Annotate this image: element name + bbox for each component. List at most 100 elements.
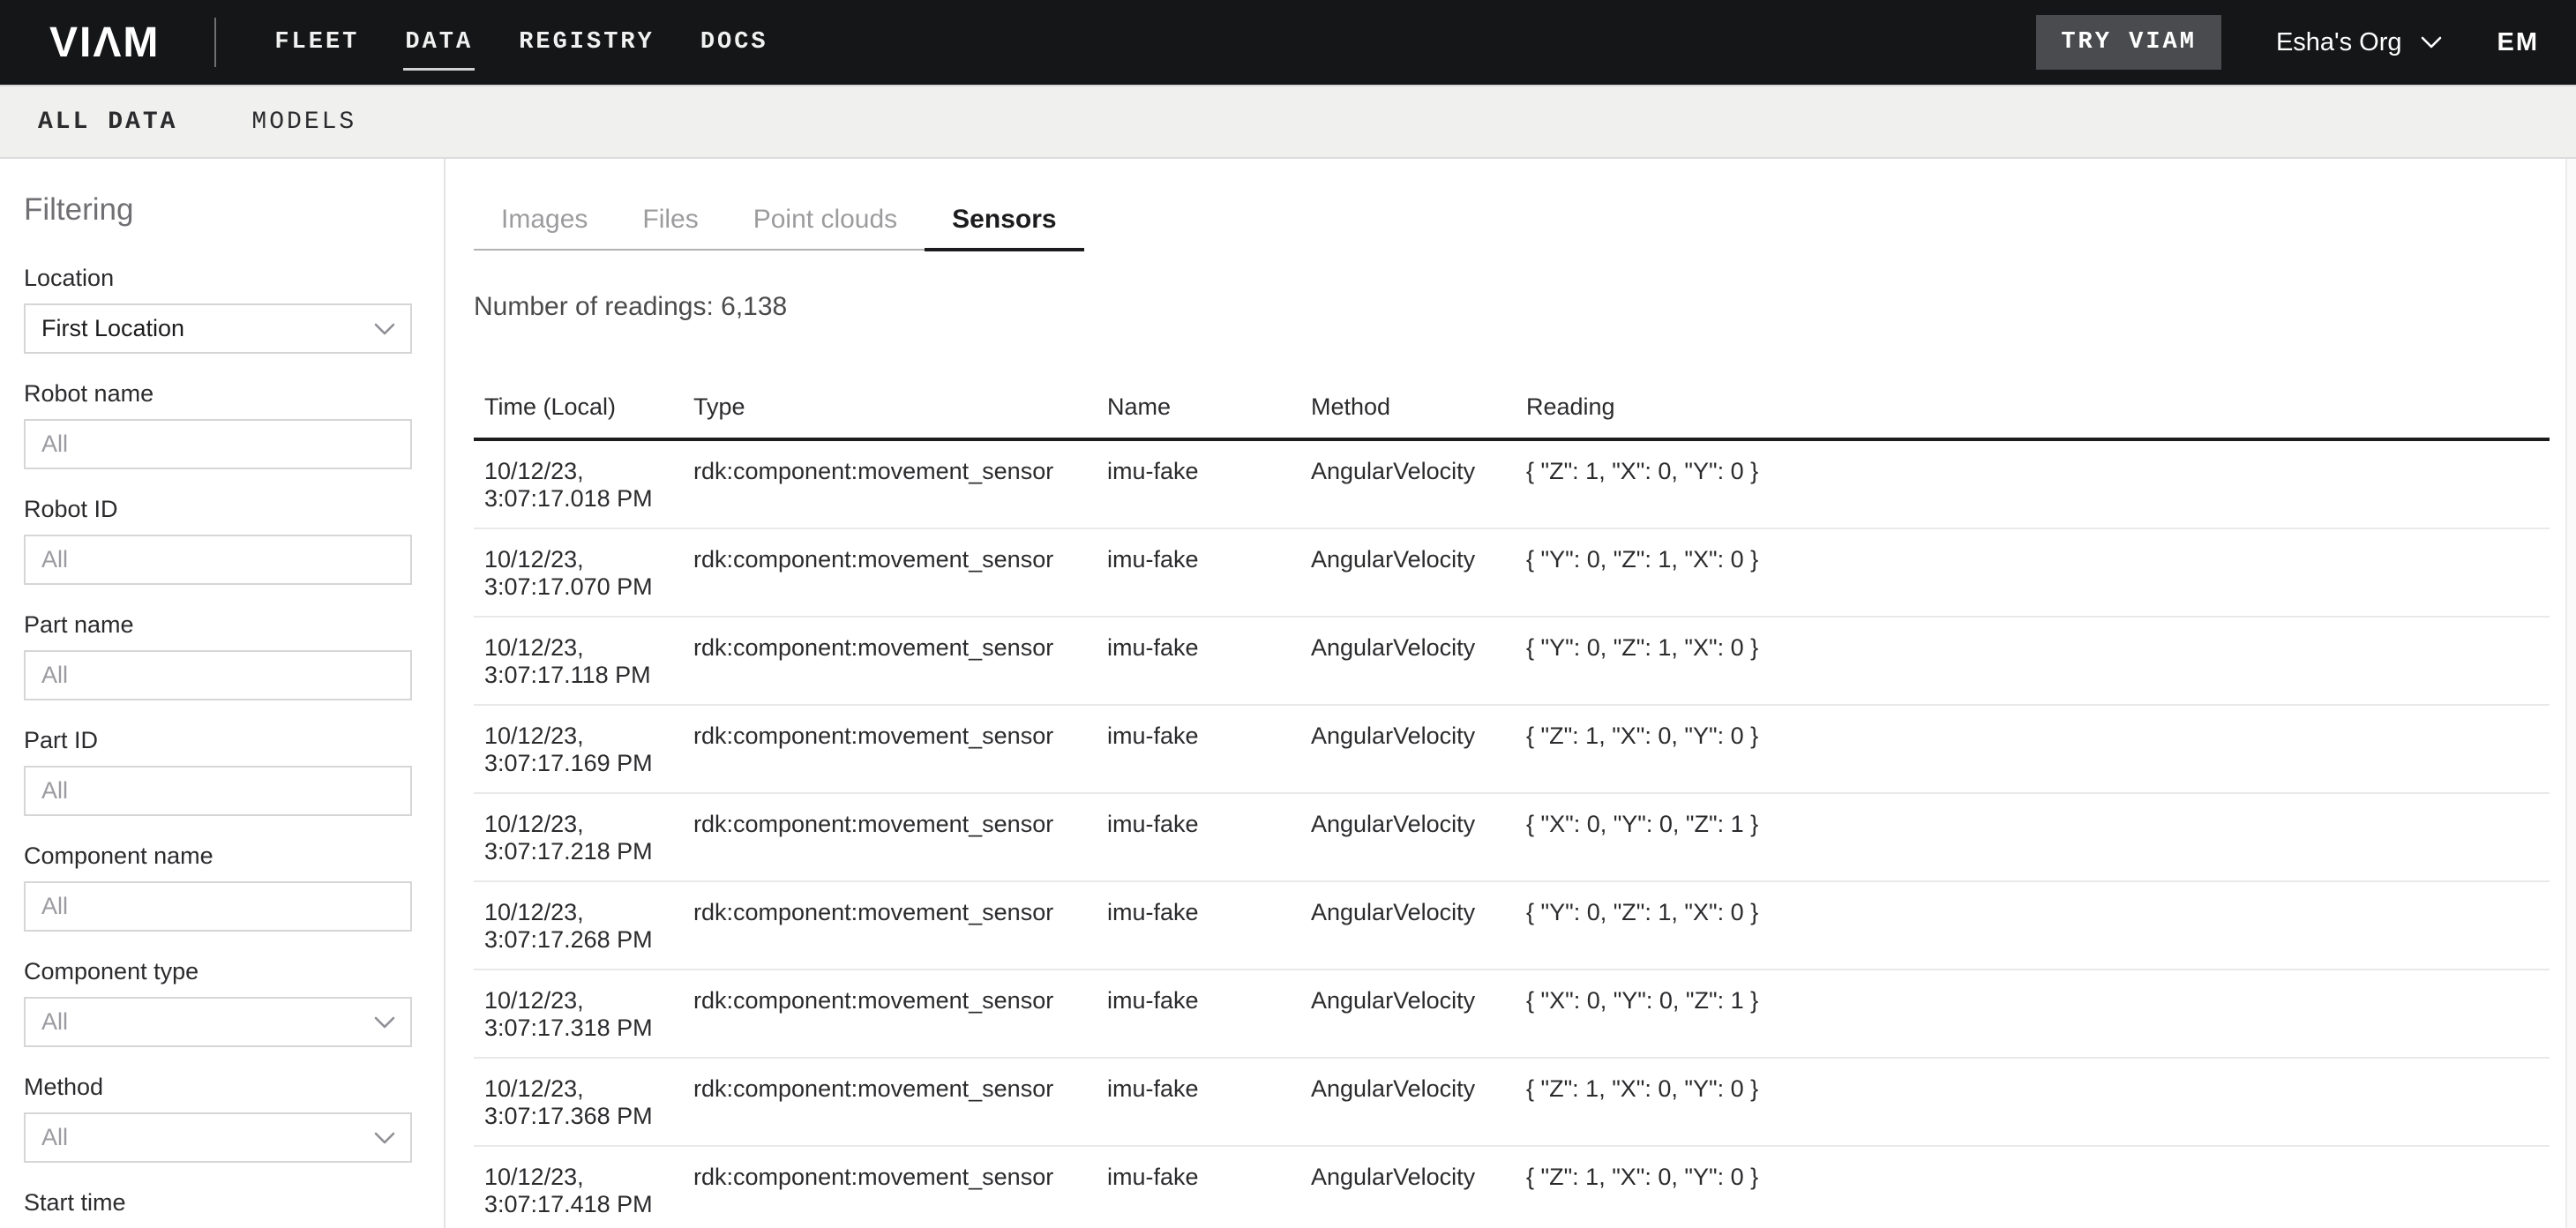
cell-name: imu-fake <box>1107 439 1311 528</box>
cell-name: imu-fake <box>1107 1058 1311 1146</box>
viam-logo[interactable]: VIΛM <box>49 19 160 67</box>
cell-reading: { "Z": 1, "X": 0, "Y": 0 } <box>1526 705 2550 793</box>
column-header: Name <box>1107 369 1311 439</box>
cell-name: imu-fake <box>1107 705 1311 793</box>
data-type-tab[interactable]: Files <box>615 205 725 249</box>
data-type-tab[interactable]: Images <box>474 205 615 249</box>
cell-method: AngularVelocity <box>1311 793 1526 881</box>
cell-name: imu-fake <box>1107 881 1311 970</box>
nav-link[interactable]: DATA <box>405 29 473 56</box>
filter-field: Component type All <box>24 958 412 1047</box>
top-nav-right: TRY VIAM Esha's Org EM <box>2036 15 2539 70</box>
table-row: 10/12/23, 3:07:17.118 PM rdk:component:m… <box>474 617 2550 705</box>
cell-method: AngularVelocity <box>1311 439 1526 528</box>
filter-sidebar: Filtering Location First Location Robot … <box>0 159 446 1228</box>
field-input[interactable]: All <box>24 766 412 816</box>
column-header: Type <box>693 369 1107 439</box>
org-name: Esha's Org <box>2276 28 2402 57</box>
cell-type: rdk:component:movement_sensor <box>693 970 1107 1058</box>
field-label: Component type <box>24 958 412 985</box>
cell-time: 10/12/23, 3:07:17.118 PM <box>474 617 693 705</box>
cell-type: rdk:component:movement_sensor <box>693 1058 1107 1146</box>
org-selector[interactable]: Esha's Org <box>2276 28 2443 57</box>
cell-reading: { "X": 0, "Y": 0, "Z": 1 } <box>1526 793 2550 881</box>
field-label: Start time <box>24 1189 412 1216</box>
primary-nav: FLEET DATA REGISTRY DOCS <box>274 29 768 56</box>
filter-field: Start time 10/12/2023 <box>24 1189 412 1228</box>
table-row: 10/12/23, 3:07:17.418 PM rdk:component:m… <box>474 1146 2550 1228</box>
filter-field: Part name All <box>24 611 412 700</box>
avatar[interactable]: EM <box>2497 28 2540 57</box>
cell-type: rdk:component:movement_sensor <box>693 1146 1107 1228</box>
column-header: Method <box>1311 369 1526 439</box>
table-row: 10/12/23, 3:07:17.018 PM rdk:component:m… <box>474 439 2550 528</box>
nav-link[interactable]: FLEET <box>274 29 359 56</box>
sensor-readings-table: Time (Local) Type Name Method Reading 10… <box>474 369 2550 1228</box>
chevron-down-icon <box>2420 35 2443 49</box>
chevron-down-icon <box>373 1131 396 1145</box>
field-label: Location <box>24 265 412 291</box>
cell-type: rdk:component:movement_sensor <box>693 793 1107 881</box>
sidebar-title: Filtering <box>24 191 412 229</box>
filter-field: Part ID All <box>24 727 412 816</box>
field-input[interactable]: All <box>24 650 412 700</box>
data-type-tab[interactable]: Point clouds <box>726 205 925 249</box>
data-type-tab[interactable]: Sensors <box>925 205 1083 249</box>
cell-reading: { "Y": 0, "Z": 1, "X": 0 } <box>1526 528 2550 617</box>
readings-count: Number of readings: 6,138 <box>474 291 2565 323</box>
field-input[interactable]: All <box>24 1112 412 1163</box>
chevron-down-icon <box>373 1015 396 1030</box>
filter-field: Component name All <box>24 842 412 932</box>
cell-type: rdk:component:movement_sensor <box>693 617 1107 705</box>
cell-reading: { "Y": 0, "Z": 1, "X": 0 } <box>1526 617 2550 705</box>
cell-type: rdk:component:movement_sensor <box>693 528 1107 617</box>
cell-name: imu-fake <box>1107 617 1311 705</box>
cell-reading: { "Z": 1, "X": 0, "Y": 0 } <box>1526 1058 2550 1146</box>
cell-method: AngularVelocity <box>1311 705 1526 793</box>
field-input[interactable]: All <box>24 535 412 585</box>
field-label: Robot ID <box>24 496 412 522</box>
field-input[interactable]: All <box>24 881 412 932</box>
cell-method: AngularVelocity <box>1311 1146 1526 1228</box>
try-viam-button[interactable]: TRY VIAM <box>2036 15 2221 70</box>
cell-name: imu-fake <box>1107 1146 1311 1228</box>
cell-type: rdk:component:movement_sensor <box>693 881 1107 970</box>
cell-reading: { "Y": 0, "Z": 1, "X": 0 } <box>1526 881 2550 970</box>
cell-type: rdk:component:movement_sensor <box>693 439 1107 528</box>
cell-type: rdk:component:movement_sensor <box>693 705 1107 793</box>
filter-field: Method All <box>24 1074 412 1163</box>
subnav-tab[interactable]: MODELS <box>251 109 356 136</box>
cell-time: 10/12/23, 3:07:17.268 PM <box>474 881 693 970</box>
cell-time: 10/12/23, 3:07:17.318 PM <box>474 970 693 1058</box>
subnav-tab[interactable]: ALL DATA <box>38 109 177 136</box>
cell-method: AngularVelocity <box>1311 1058 1526 1146</box>
cell-time: 10/12/23, 3:07:17.169 PM <box>474 705 693 793</box>
nav-link[interactable]: REGISTRY <box>519 29 655 56</box>
field-input[interactable]: All <box>24 997 412 1047</box>
column-header: Reading <box>1526 369 2550 439</box>
table-row: 10/12/23, 3:07:17.268 PM rdk:component:m… <box>474 881 2550 970</box>
cell-time: 10/12/23, 3:07:17.018 PM <box>474 439 693 528</box>
cell-time: 10/12/23, 3:07:17.218 PM <box>474 793 693 881</box>
filter-field: Robot name All <box>24 380 412 469</box>
table-row: 10/12/23, 3:07:17.218 PM rdk:component:m… <box>474 793 2550 881</box>
chevron-down-icon <box>373 322 396 336</box>
field-label: Method <box>24 1074 412 1100</box>
table-row: 10/12/23, 3:07:17.070 PM rdk:component:m… <box>474 528 2550 617</box>
cell-name: imu-fake <box>1107 970 1311 1058</box>
cell-method: AngularVelocity <box>1311 617 1526 705</box>
field-input[interactable]: First Location <box>24 303 412 354</box>
field-label: Component name <box>24 842 412 869</box>
table-header-row: Time (Local) Type Name Method Reading <box>474 369 2550 439</box>
vertical-scrollbar[interactable] <box>2565 159 2576 1228</box>
data-main-panel: Images Files Point clouds Sensors Number… <box>447 159 2565 1228</box>
cell-reading: { "Z": 1, "X": 0, "Y": 0 } <box>1526 1146 2550 1228</box>
table-row: 10/12/23, 3:07:17.368 PM rdk:component:m… <box>474 1058 2550 1146</box>
field-label: Part ID <box>24 727 412 753</box>
field-input[interactable]: All <box>24 419 412 469</box>
cell-time: 10/12/23, 3:07:17.368 PM <box>474 1058 693 1146</box>
cell-reading: { "X": 0, "Y": 0, "Z": 1 } <box>1526 970 2550 1058</box>
cell-method: AngularVelocity <box>1311 881 1526 970</box>
nav-link[interactable]: DOCS <box>700 29 768 56</box>
cell-time: 10/12/23, 3:07:17.070 PM <box>474 528 693 617</box>
